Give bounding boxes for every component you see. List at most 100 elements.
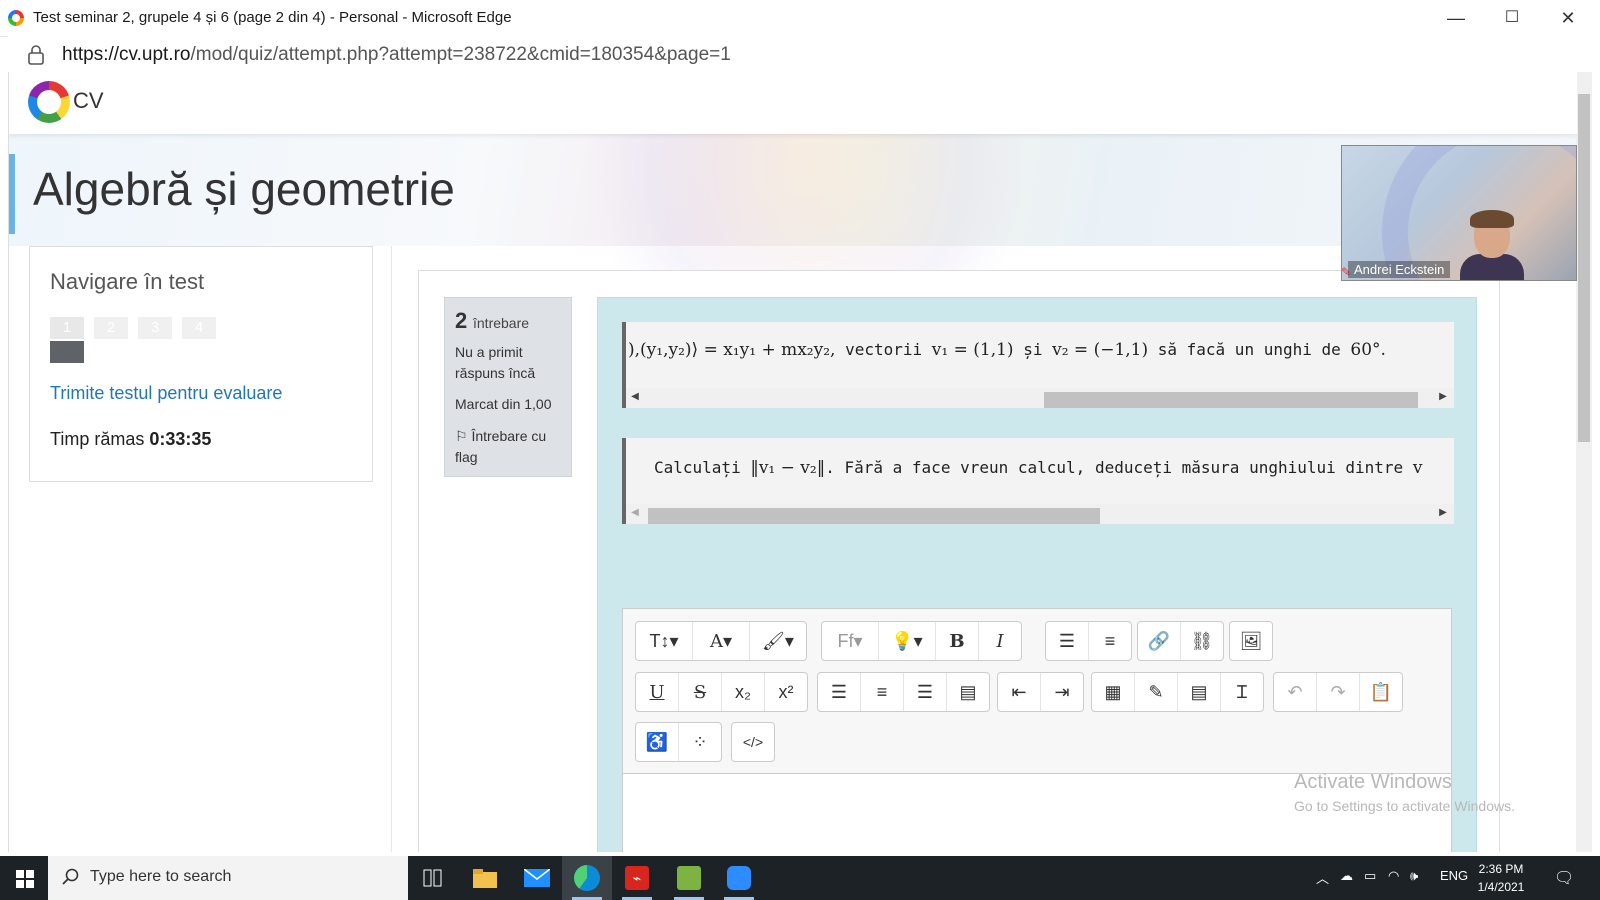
mail-button[interactable] [512,856,562,900]
bold-button[interactable]: B [935,622,978,660]
font-family-button[interactable]: Ff▾ [822,622,878,660]
clear-formatting-button[interactable]: 💡▾ [878,622,935,660]
unlink-icon: ⛓ [1190,630,1214,651]
table-icon: ▤ [1190,681,1208,702]
submit-quiz-link[interactable]: Trimite testul pentru evaluare [50,383,282,404]
text-cursor-button[interactable]: Ɪ [1220,673,1263,711]
horizontal-scrollbar-2[interactable]: ◀ ▶ [626,504,1454,524]
ordered-list-button[interactable]: ≡ [1088,622,1131,660]
underline-button[interactable]: U [636,673,678,711]
taskbar-search[interactable]: Type here to search [48,856,408,900]
taskbar-clock[interactable]: 2:36 PM 1/4/2021 [1468,860,1534,896]
strikethrough-icon: S [693,681,707,703]
image-icon: 🖼 [1239,630,1263,651]
question-text-line-2: Calculați ‖v₁ − v₂‖. Fără a face vreun c… [622,438,1454,524]
file-explorer-button[interactable] [460,856,510,900]
indent-button[interactable]: ⇥ [1040,673,1083,711]
maximize-button[interactable]: ☐ [1484,0,1540,36]
scroll-thumb-2[interactable] [648,508,1100,524]
unlink-button[interactable]: ⛓ [1180,622,1223,660]
align-center-button[interactable]: ≡ [860,673,903,711]
calculator-button[interactable]: ▦ [1092,673,1134,711]
notifications-icon[interactable]: 🗨 [1554,868,1574,888]
site-logo-text[interactable]: CV [73,88,104,114]
superscript-icon: x² [778,681,794,702]
font-family-icon: Ff▾ [837,630,863,651]
accessibility-button[interactable]: ♿ [636,723,678,761]
search-placeholder: Type here to search [90,868,232,885]
superscript-button[interactable]: x² [764,673,807,711]
image-button[interactable]: 🖼 [1230,622,1272,660]
scroll-thumb-1[interactable] [1044,392,1418,408]
scroll-left-icon[interactable]: ◀ [628,507,642,518]
table-button[interactable]: ▤ [1177,673,1220,711]
quiz-nav-question-2[interactable]: 2 [94,317,128,363]
task-view-button[interactable] [408,856,458,900]
site-header: CV [9,72,1577,134]
edit-button[interactable]: ✎ [1134,673,1177,711]
html-source-button[interactable]: </> [732,723,774,761]
outdent-button[interactable]: ⇤ [998,673,1040,711]
strikethrough-button[interactable]: S [678,673,721,711]
scroll-left-icon[interactable]: ◀ [628,391,642,402]
quiz-nav-question-1[interactable]: 1 [50,317,84,363]
background-color-button[interactable]: 🖌▾ [749,622,806,660]
timer-label: Timp rămas [50,429,145,449]
close-button[interactable]: ✕ [1540,0,1596,36]
android-icon [677,866,701,890]
volume-icon[interactable]: 🕪 [1410,868,1418,884]
flag-question-button[interactable]: ⚐ Întrebare cu flag [455,426,565,468]
paste-button[interactable]: 📋 [1359,673,1402,711]
horizontal-scrollbar-1[interactable]: ◀ ▶ [626,388,1454,408]
dots-grid-icon: ⁘ [692,731,708,752]
unordered-list-button[interactable]: ☰ [1046,622,1088,660]
numbered-list-icon: ≡ [1104,630,1116,651]
edge-taskbar-button[interactable] [562,856,612,900]
paragraph-styles-button[interactable]: T↕▾ [636,622,692,660]
special-chars-button[interactable]: ⁘ [678,723,721,761]
toolbar-group-text: U S x₂ x² [635,672,808,712]
timer-value: 0:33:35 [149,429,212,449]
question-state: Nu a primit răspuns încă [455,344,536,381]
page-scroll-thumb[interactable] [1578,94,1590,442]
address-bar[interactable]: https://cv.upt.ro/mod/quiz/attempt.php?a… [8,36,1600,72]
align-right-icon: ☰ [916,681,934,702]
undo-button[interactable]: ↶ [1274,673,1316,711]
quiz-nav-question-3[interactable]: 3 [138,317,172,363]
link-button[interactable]: 🔗 [1138,622,1180,660]
bullet-list-icon: ☰ [1058,630,1076,651]
align-justify-button[interactable]: ▤ [946,673,989,711]
acrobat-button[interactable]: ⌁ [612,856,662,900]
start-button[interactable] [0,856,48,900]
redo-button[interactable]: ↷ [1316,673,1359,711]
quiz-nav-question-4[interactable]: 4 [182,317,216,363]
quiz-nav-heading: Navigare în test [50,269,205,294]
lock-icon [28,45,44,65]
subscript-button[interactable]: x₂ [721,673,764,711]
url-text[interactable]: https://cv.upt.ro/mod/quiz/attempt.php?a… [62,44,731,66]
italic-button[interactable]: I [978,622,1021,660]
font-color-button[interactable]: A▾ [692,622,749,660]
zoom-button[interactable] [714,856,764,900]
video-call-overlay[interactable]: ✎ Andrei Eckstein [1341,145,1577,281]
participant-video [1460,254,1524,280]
scroll-right-icon[interactable]: ▶ [1436,507,1450,518]
onedrive-icon[interactable]: ☁ [1340,868,1353,884]
bold-icon: B [949,630,965,652]
cv-logo-icon[interactable] [28,81,70,123]
toolbar-group-links: 🔗 ⛓ [1137,621,1224,661]
page-scrollbar[interactable] [1576,72,1592,852]
battery-icon[interactable]: ▭ [1364,868,1376,884]
watermark-subtitle: Go to Settings to activate Windows. [1294,798,1515,814]
align-right-button[interactable]: ☰ [903,673,946,711]
chevron-up-icon[interactable]: ︿ [1316,868,1329,887]
scroll-right-icon[interactable]: ▶ [1436,391,1450,402]
wifi-icon[interactable]: ◠ [1388,868,1399,884]
android-app-button[interactable] [664,856,714,900]
paragraph-icon: T↕▾ [649,630,679,651]
language-indicator[interactable]: ENG [1440,868,1468,883]
edge-browser-icon [8,10,24,26]
edit-icon: ✎ [1148,681,1164,702]
align-left-button[interactable]: ☰ [818,673,860,711]
minimize-button[interactable]: — [1428,0,1484,36]
